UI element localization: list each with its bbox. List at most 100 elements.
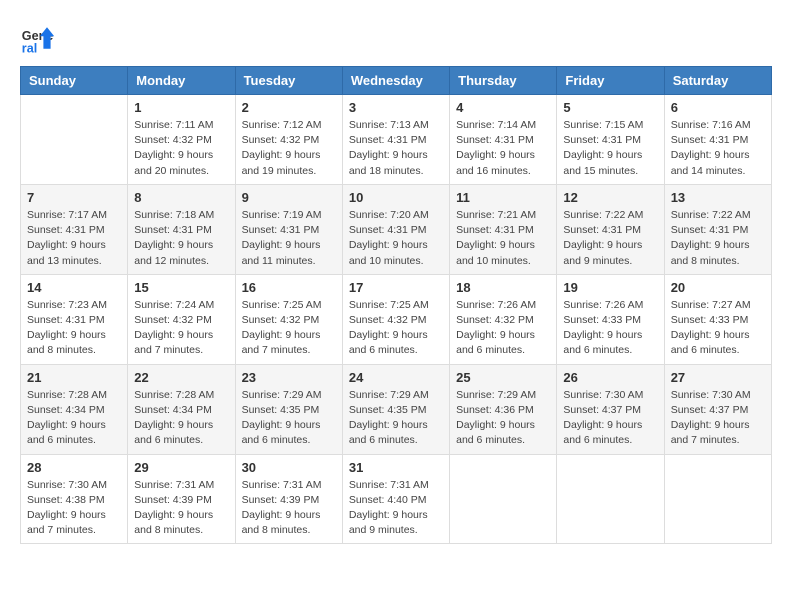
page-header: Gene ral (20, 20, 772, 56)
day-number: 8 (134, 190, 228, 205)
calendar-cell: 29 Sunrise: 7:31 AM Sunset: 4:39 PM Dayli… (128, 454, 235, 544)
day-number: 6 (671, 100, 765, 115)
day-number: 14 (27, 280, 121, 295)
day-number: 23 (242, 370, 336, 385)
calendar-cell: 15 Sunrise: 7:24 AM Sunset: 4:32 PM Dayli… (128, 274, 235, 364)
calendar-cell: 24Sunrise: 7:29 AM Sunset: 4:35 PM Dayli… (342, 364, 449, 454)
day-number: 25 (456, 370, 550, 385)
day-info: Sunrise: 7:31 AM Sunset: 4:40 PM Dayligh… (349, 478, 443, 539)
calendar-cell: 6 Sunrise: 7:16 AM Sunset: 4:31 PM Daylig… (664, 95, 771, 185)
day-info: Sunrise: 7:30 AM Sunset: 4:37 PM Dayligh… (563, 388, 657, 449)
calendar-cell: 1 Sunrise: 7:11 AM Sunset: 4:32 PM Daylig… (128, 95, 235, 185)
svg-text:ral: ral (22, 41, 37, 55)
day-info: Sunrise: 7:31 AM Sunset: 4:39 PM Dayligh… (242, 478, 336, 539)
weekday-header-thursday: Thursday (450, 67, 557, 95)
calendar-cell: 9 Sunrise: 7:19 AM Sunset: 4:31 PM Daylig… (235, 184, 342, 274)
day-info: Sunrise: 7:27 AM Sunset: 4:33 PM Dayligh… (671, 298, 765, 359)
day-info: Sunrise: 7:18 AM Sunset: 4:31 PM Dayligh… (134, 208, 228, 269)
calendar-cell: 17Sunrise: 7:25 AM Sunset: 4:32 PM Dayli… (342, 274, 449, 364)
day-number: 22 (134, 370, 228, 385)
day-info: Sunrise: 7:22 AM Sunset: 4:31 PM Dayligh… (671, 208, 765, 269)
day-number: 31 (349, 460, 443, 475)
day-number: 30 (242, 460, 336, 475)
calendar-cell (450, 454, 557, 544)
calendar-cell: 3 Sunrise: 7:13 AM Sunset: 4:31 PM Daylig… (342, 95, 449, 185)
day-info: Sunrise: 7:21 AM Sunset: 4:31 PM Dayligh… (456, 208, 550, 269)
calendar-cell: 13 Sunrise: 7:22 AM Sunset: 4:31 PM Dayli… (664, 184, 771, 274)
day-number: 1 (134, 100, 228, 115)
day-info: Sunrise: 7:26 AM Sunset: 4:33 PM Dayligh… (563, 298, 657, 359)
calendar-cell: 14 Sunrise: 7:23 AM Sunset: 4:31 PM Dayli… (21, 274, 128, 364)
weekday-header-wednesday: Wednesday (342, 67, 449, 95)
calendar-week-row: 21 Sunrise: 7:28 AM Sunset: 4:34 PM Dayli… (21, 364, 772, 454)
calendar-cell (664, 454, 771, 544)
calendar-cell: 28Sunrise: 7:30 AM Sunset: 4:38 PM Dayli… (21, 454, 128, 544)
day-number: 27 (671, 370, 765, 385)
calendar-cell: 22 Sunrise: 7:28 AM Sunset: 4:34 PM Dayli… (128, 364, 235, 454)
calendar-cell: 2 Sunrise: 7:12 AM Sunset: 4:32 PM Daylig… (235, 95, 342, 185)
calendar-cell: 20Sunrise: 7:27 AM Sunset: 4:33 PM Dayli… (664, 274, 771, 364)
day-info: Sunrise: 7:12 AM Sunset: 4:32 PM Dayligh… (242, 118, 336, 179)
day-number: 15 (134, 280, 228, 295)
day-info: Sunrise: 7:26 AM Sunset: 4:32 PM Dayligh… (456, 298, 550, 359)
day-info: Sunrise: 7:29 AM Sunset: 4:35 PM Dayligh… (242, 388, 336, 449)
day-number: 10 (349, 190, 443, 205)
day-info: Sunrise: 7:30 AM Sunset: 4:37 PM Dayligh… (671, 388, 765, 449)
day-number: 11 (456, 190, 550, 205)
calendar-cell: 4 Sunrise: 7:14 AM Sunset: 4:31 PM Daylig… (450, 95, 557, 185)
day-info: Sunrise: 7:14 AM Sunset: 4:31 PM Dayligh… (456, 118, 550, 179)
day-info: Sunrise: 7:24 AM Sunset: 4:32 PM Dayligh… (134, 298, 228, 359)
calendar-cell: 12 Sunrise: 7:22 AM Sunset: 4:31 PM Dayli… (557, 184, 664, 274)
calendar-cell (557, 454, 664, 544)
calendar-week-row: 14 Sunrise: 7:23 AM Sunset: 4:31 PM Dayli… (21, 274, 772, 364)
day-info: Sunrise: 7:19 AM Sunset: 4:31 PM Dayligh… (242, 208, 336, 269)
calendar-cell: 27 Sunrise: 7:30 AM Sunset: 4:37 PM Dayli… (664, 364, 771, 454)
day-info: Sunrise: 7:30 AM Sunset: 4:38 PM Dayligh… (27, 478, 121, 539)
day-info: Sunrise: 7:13 AM Sunset: 4:31 PM Dayligh… (349, 118, 443, 179)
day-number: 16 (242, 280, 336, 295)
day-number: 21 (27, 370, 121, 385)
day-info: Sunrise: 7:28 AM Sunset: 4:34 PM Dayligh… (27, 388, 121, 449)
day-number: 2 (242, 100, 336, 115)
day-info: Sunrise: 7:16 AM Sunset: 4:31 PM Dayligh… (671, 118, 765, 179)
calendar-cell: 16 Sunrise: 7:25 AM Sunset: 4:32 PM Dayli… (235, 274, 342, 364)
day-info: Sunrise: 7:29 AM Sunset: 4:36 PM Dayligh… (456, 388, 550, 449)
calendar-cell: 8 Sunrise: 7:18 AM Sunset: 4:31 PM Daylig… (128, 184, 235, 274)
day-number: 5 (563, 100, 657, 115)
calendar-week-row: 1 Sunrise: 7:11 AM Sunset: 4:32 PM Daylig… (21, 95, 772, 185)
day-number: 18 (456, 280, 550, 295)
day-number: 17 (349, 280, 443, 295)
calendar-cell: 11 Sunrise: 7:21 AM Sunset: 4:31 PM Dayli… (450, 184, 557, 274)
calendar-cell: 21 Sunrise: 7:28 AM Sunset: 4:34 PM Dayli… (21, 364, 128, 454)
calendar-cell: 10 Sunrise: 7:20 AM Sunset: 4:31 PM Dayli… (342, 184, 449, 274)
calendar-cell: 23 Sunrise: 7:29 AM Sunset: 4:35 PM Dayli… (235, 364, 342, 454)
day-number: 13 (671, 190, 765, 205)
day-number: 19 (563, 280, 657, 295)
day-number: 24 (349, 370, 443, 385)
day-number: 26 (563, 370, 657, 385)
weekday-header-row: SundayMondayTuesdayWednesdayThursdayFrid… (21, 67, 772, 95)
calendar-table: SundayMondayTuesdayWednesdayThursdayFrid… (20, 66, 772, 544)
calendar-cell: 19 Sunrise: 7:26 AM Sunset: 4:33 PM Dayli… (557, 274, 664, 364)
weekday-header-tuesday: Tuesday (235, 67, 342, 95)
calendar-cell: 25 Sunrise: 7:29 AM Sunset: 4:36 PM Dayli… (450, 364, 557, 454)
day-number: 9 (242, 190, 336, 205)
logo: Gene ral (20, 20, 60, 56)
day-info: Sunrise: 7:15 AM Sunset: 4:31 PM Dayligh… (563, 118, 657, 179)
day-info: Sunrise: 7:25 AM Sunset: 4:32 PM Dayligh… (242, 298, 336, 359)
weekday-header-saturday: Saturday (664, 67, 771, 95)
day-info: Sunrise: 7:31 AM Sunset: 4:39 PM Dayligh… (134, 478, 228, 539)
day-number: 3 (349, 100, 443, 115)
calendar-cell: 30 Sunrise: 7:31 AM Sunset: 4:39 PM Dayli… (235, 454, 342, 544)
day-info: Sunrise: 7:17 AM Sunset: 4:31 PM Dayligh… (27, 208, 121, 269)
day-info: Sunrise: 7:20 AM Sunset: 4:31 PM Dayligh… (349, 208, 443, 269)
weekday-header-friday: Friday (557, 67, 664, 95)
day-info: Sunrise: 7:28 AM Sunset: 4:34 PM Dayligh… (134, 388, 228, 449)
day-info: Sunrise: 7:22 AM Sunset: 4:31 PM Dayligh… (563, 208, 657, 269)
day-number: 29 (134, 460, 228, 475)
day-info: Sunrise: 7:23 AM Sunset: 4:31 PM Dayligh… (27, 298, 121, 359)
day-number: 4 (456, 100, 550, 115)
day-info: Sunrise: 7:11 AM Sunset: 4:32 PM Dayligh… (134, 118, 228, 179)
calendar-cell: 7Sunrise: 7:17 AM Sunset: 4:31 PM Daylig… (21, 184, 128, 274)
day-number: 12 (563, 190, 657, 205)
